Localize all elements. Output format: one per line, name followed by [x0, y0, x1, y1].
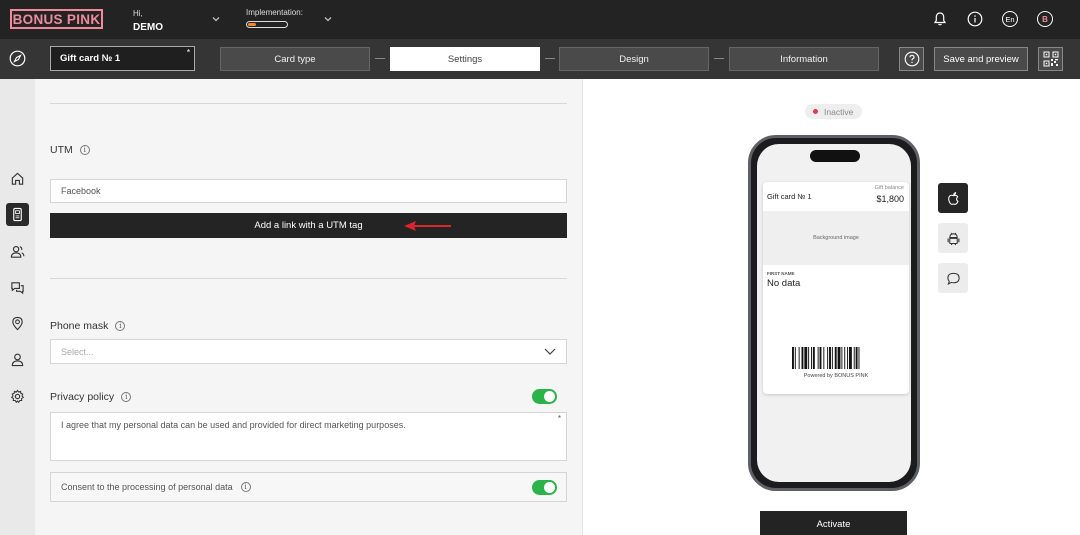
privacy-policy-textarea[interactable]: I agree that my personal data can be use… — [50, 412, 567, 461]
required-marker: * — [186, 48, 190, 57]
consent-label: Consent to the processing of personal da… — [61, 482, 233, 492]
top-bar: BONUS PINK Hi, DEMO Implementation: En B — [0, 0, 1080, 39]
privacy-policy-label-text: Privacy policy — [50, 391, 115, 403]
chevron-down-icon — [544, 348, 556, 355]
implementation-chevron-icon[interactable] — [323, 14, 333, 24]
user-greeting[interactable]: Hi, DEMO — [133, 8, 163, 34]
qr-code-button[interactable] — [1038, 47, 1063, 71]
avatar[interactable]: B — [1037, 11, 1053, 27]
settings-icon[interactable] — [6, 385, 29, 408]
android-icon — [947, 232, 959, 245]
dynamic-island — [810, 150, 860, 162]
phone-screen: Gift card № 1 Gift balance $1,800 Backgr… — [757, 144, 911, 482]
tab-information[interactable]: Information — [729, 47, 879, 71]
message-platform-button[interactable] — [938, 263, 968, 293]
qr-code-icon — [1043, 51, 1058, 67]
balance-label: Gift balance — [874, 185, 904, 191]
chat-icon[interactable] — [6, 276, 29, 299]
pass-card-name: Gift card № 1 — [767, 192, 812, 201]
steps-toolbar: Gift card № 1 * Card type Settings Desig… — [0, 39, 1080, 79]
implementation-progress: Implementation: — [246, 8, 303, 28]
card-name-input[interactable]: Gift card № 1 * — [50, 46, 195, 71]
utm-source-value: Facebook — [61, 186, 101, 196]
save-and-preview-button[interactable]: Save and preview — [934, 47, 1028, 71]
phone-mask-select[interactable]: Select... — [50, 339, 567, 364]
balance-value: $1,800 — [876, 194, 904, 204]
info-icon[interactable]: i — [79, 145, 90, 155]
tab-design[interactable]: Design — [559, 47, 709, 71]
phone-mask-label: Phone mask i — [50, 320, 126, 332]
step-divider — [545, 58, 555, 59]
section-divider — [50, 278, 567, 279]
consent-row: Consent to the processing of personal da… — [50, 472, 567, 502]
android-platform-button[interactable] — [938, 223, 968, 253]
bell-icon[interactable] — [932, 11, 948, 27]
help-button[interactable] — [899, 47, 924, 71]
info-icon[interactable]: i — [240, 482, 251, 492]
user-menu-chevron-icon[interactable] — [211, 14, 221, 24]
powered-by-text: Powered by BONUS PINK — [803, 373, 869, 379]
step-divider — [375, 58, 385, 59]
card-name-value: Gift card № 1 — [60, 53, 121, 64]
phone-mask-placeholder: Select... — [61, 346, 94, 357]
brand-logo[interactable]: BONUS PINK — [10, 9, 103, 29]
utm-source-input[interactable]: Facebook — [50, 179, 567, 203]
language-switch[interactable]: En — [1002, 11, 1018, 27]
step-divider — [714, 58, 724, 59]
sidebar — [0, 79, 35, 535]
wallet-pass: Gift card № 1 Gift balance $1,800 Backgr… — [763, 182, 909, 394]
info-icon[interactable] — [967, 11, 983, 27]
implementation-bar — [246, 21, 288, 28]
info-icon[interactable]: i — [115, 321, 126, 331]
utm-label-text: UTM — [50, 144, 73, 156]
message-icon — [946, 272, 960, 285]
card-icon[interactable] — [6, 203, 29, 226]
info-icon[interactable]: i — [121, 392, 132, 402]
tab-card-type[interactable]: Card type — [220, 47, 370, 71]
settings-form: UTM i Facebook Add a link with a UTM tag… — [35, 79, 582, 535]
utm-label: UTM i — [50, 144, 90, 156]
users-icon[interactable] — [6, 240, 29, 263]
privacy-policy-label: Privacy policy i — [50, 391, 132, 403]
apple-platform-button[interactable] — [938, 183, 968, 213]
status-badge: Inactive — [805, 104, 863, 119]
required-marker: * — [557, 414, 561, 423]
location-icon[interactable] — [6, 312, 29, 335]
privacy-policy-toggle[interactable] — [532, 389, 557, 404]
compass-icon[interactable] — [9, 50, 26, 67]
greeting-text: Hi, — [133, 9, 143, 18]
phone-mask-label-text: Phone mask — [50, 320, 109, 332]
activate-button[interactable]: Activate — [760, 511, 907, 535]
user-name: DEMO — [133, 22, 163, 33]
question-icon — [904, 51, 919, 67]
card-preview-panel: Inactive Gift card № 1 Gift balance $1,8… — [582, 79, 1080, 535]
first-name-value: No data — [767, 278, 801, 289]
background-image-placeholder: Background image — [763, 211, 909, 265]
barcode-icon — [792, 347, 860, 369]
first-name-label: FIRST NAME — [767, 271, 795, 276]
tab-settings[interactable]: Settings — [390, 47, 540, 71]
privacy-policy-text: I agree that my personal data can be use… — [61, 420, 406, 430]
apple-icon — [947, 191, 959, 205]
section-divider — [50, 103, 567, 104]
consent-toggle[interactable] — [532, 480, 557, 495]
implementation-bar-fill — [248, 23, 256, 26]
home-icon[interactable] — [6, 167, 29, 190]
phone-mockup: Gift card № 1 Gift balance $1,800 Backgr… — [748, 135, 920, 491]
add-utm-link-button[interactable]: Add a link with a UTM tag — [50, 213, 567, 238]
profile-icon[interactable] — [6, 348, 29, 371]
red-arrow-icon — [404, 221, 451, 231]
implementation-label: Implementation: — [246, 8, 303, 17]
